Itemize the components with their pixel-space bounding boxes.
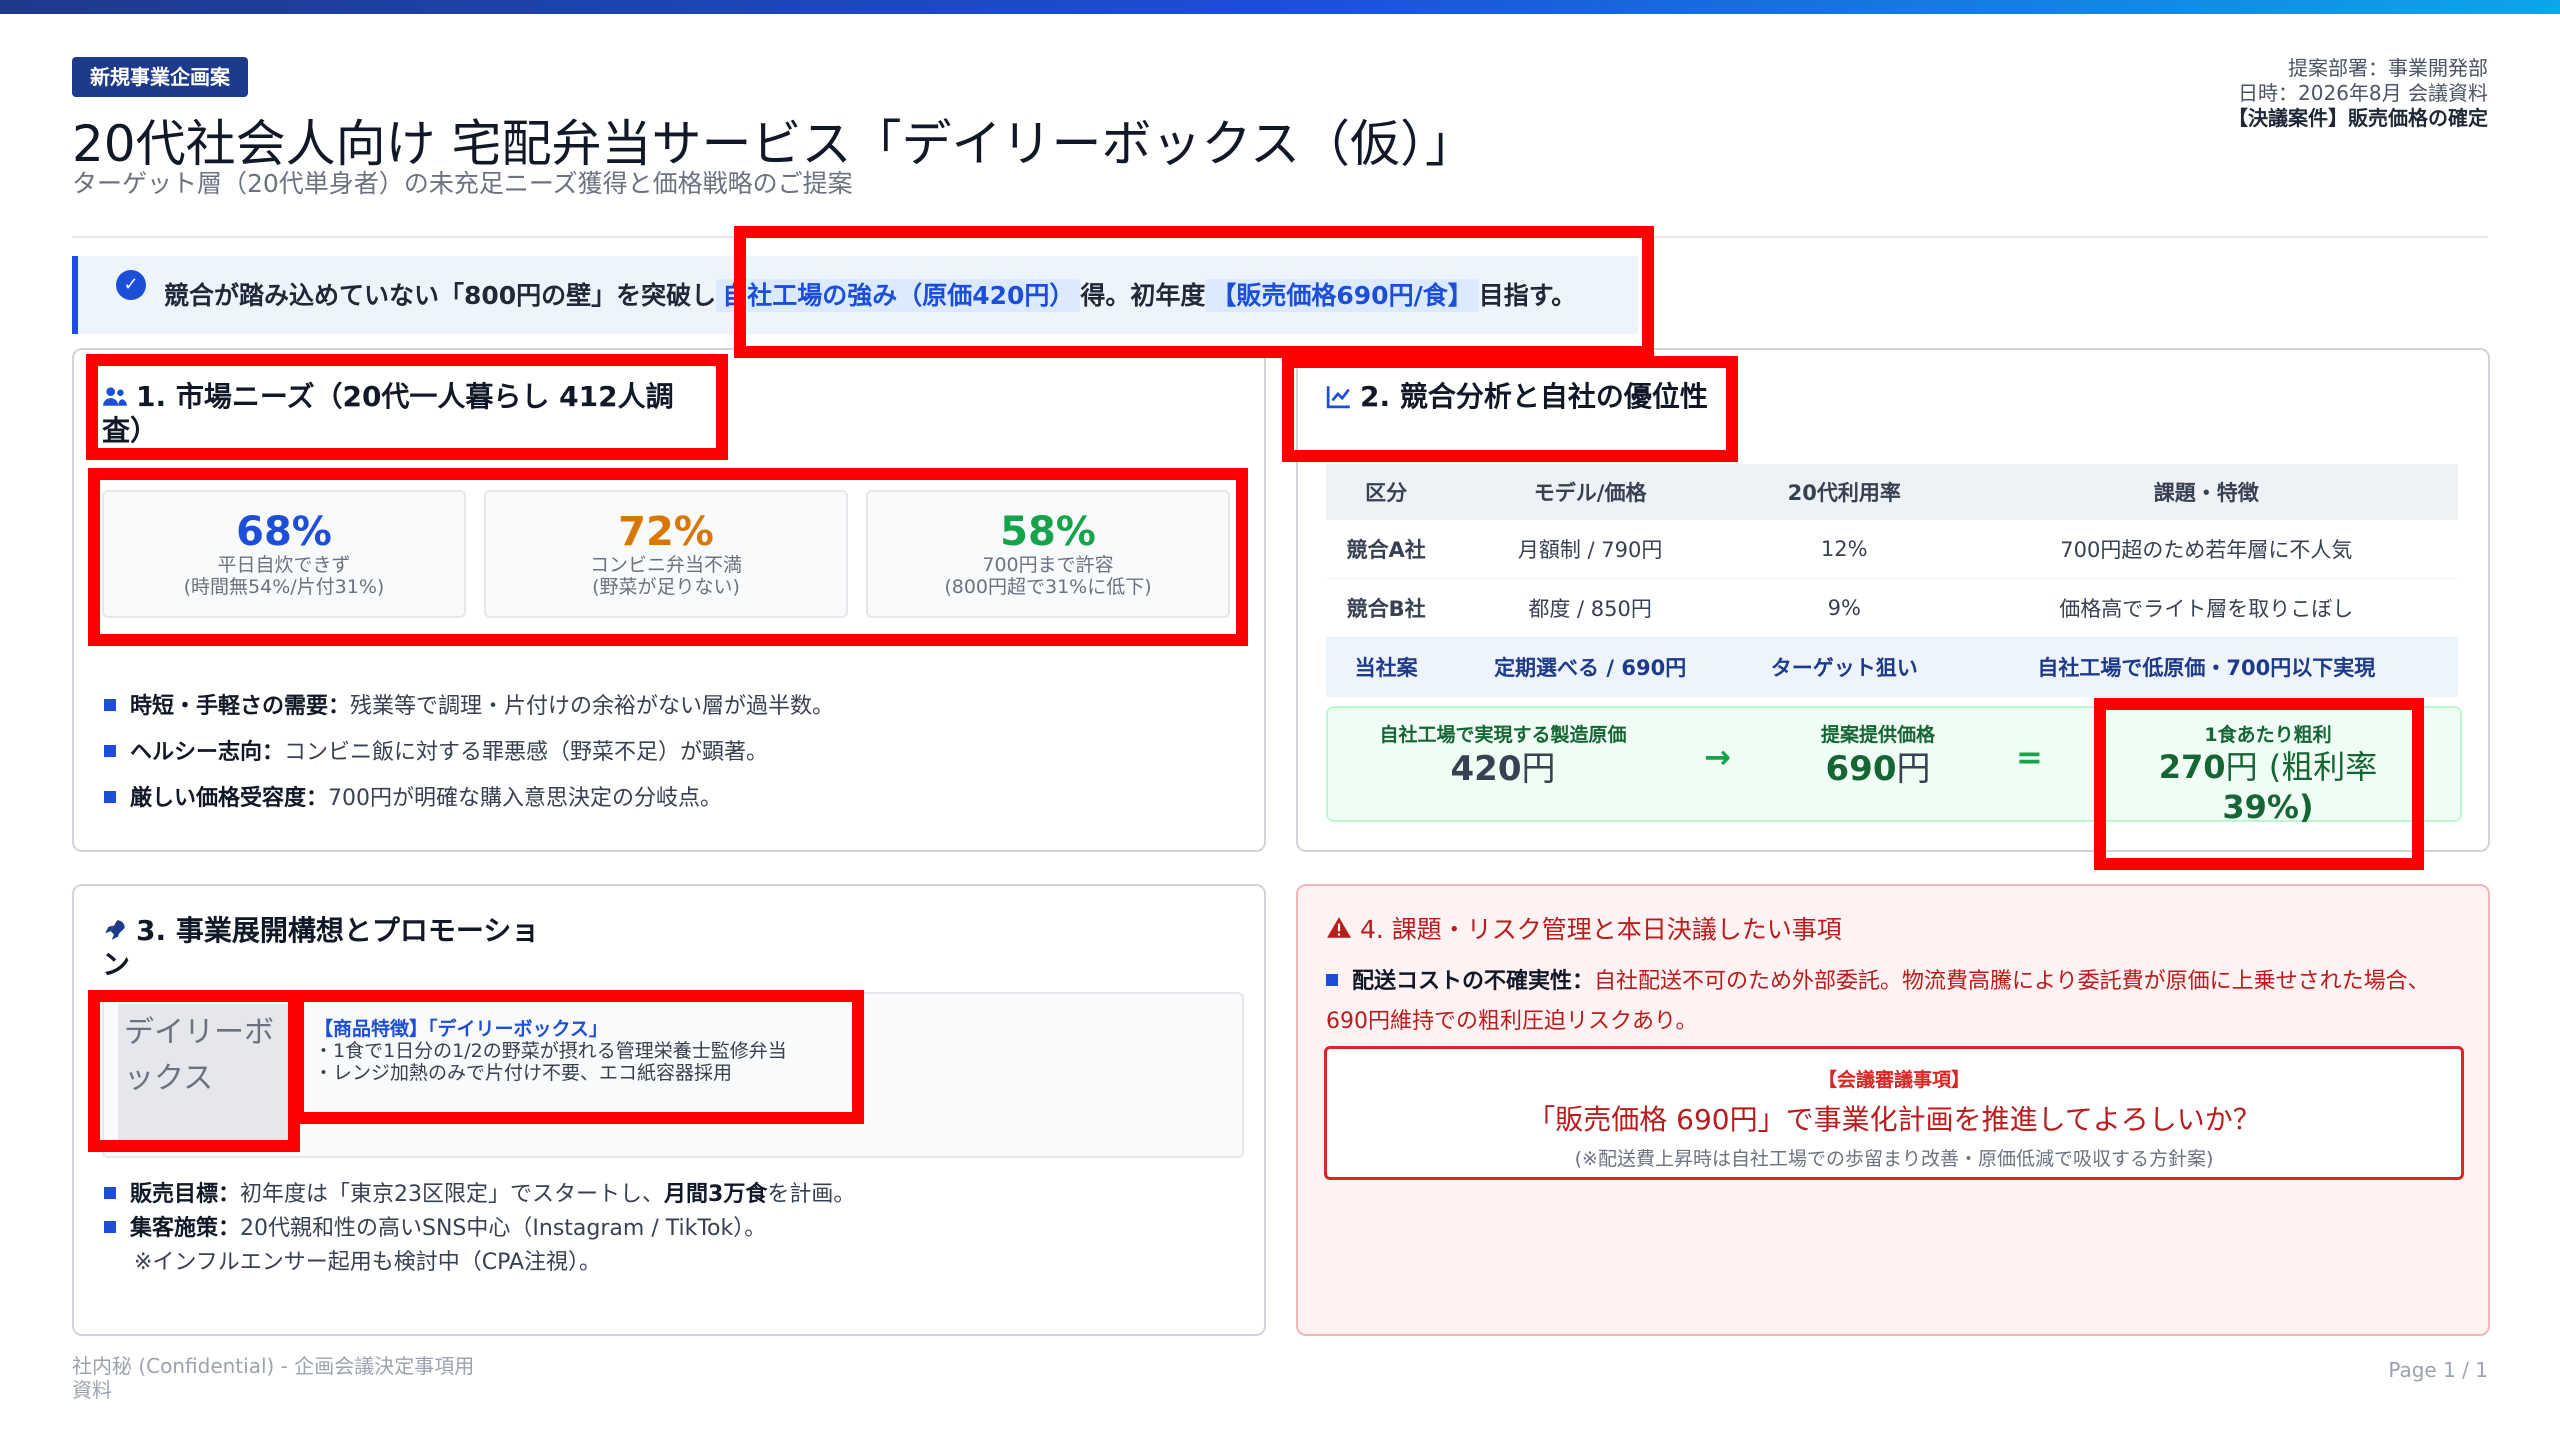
- cost-label: 自社工場で実現する製造原価: [1379, 724, 1627, 746]
- table-row-own: 当社案 定期選べる / 690円 ターゲット狙い 自社工場で低原価・700円以下…: [1326, 637, 2458, 697]
- table-cell: 価格高でライト層を取りこぼし: [1954, 578, 2458, 638]
- bullet-square-icon: [104, 1221, 116, 1233]
- plan-note: ※インフルエンサー起用も検討中（CPA注視）。: [134, 1250, 602, 1275]
- table-header: 20代利用率: [1733, 464, 1955, 520]
- highlight-box-product-image: [88, 990, 300, 1152]
- cost-value-line: 420円: [1348, 747, 1658, 791]
- table-cell: 12%: [1733, 520, 1955, 579]
- bullet-square-icon: [104, 745, 116, 757]
- highlight-box-section1-title: [86, 354, 728, 460]
- table-cell: 競合B社: [1326, 578, 1447, 638]
- highlight-box-stats: [88, 468, 1248, 646]
- table-cell: 都度 / 850円: [1446, 578, 1734, 638]
- competitor-table: 区分 モデル/価格 20代利用率 課題・特徴 競合A社 月額制 / 790円 1…: [1326, 464, 2458, 697]
- decision-box: 【会議審議事項】 「販売価格 690円」で事業化計画を推進してよろしいか？ (※…: [1324, 1046, 2464, 1180]
- list-item: 集客施策：20代親和性の高いSNS中心（Instagram / TikTok）。: [104, 1212, 855, 1246]
- price-label: 提案提供価格: [1820, 724, 1935, 746]
- table-cell: 定期選べる / 690円: [1446, 637, 1734, 697]
- table-row: 競合A社 月額制 / 790円 12% 700円超のため若年層に不人気: [1326, 520, 2458, 579]
- table-header-row: 区分 モデル/価格 20代利用率 課題・特徴: [1326, 464, 2458, 520]
- needs-bullet-list: 時短・手軽さの需要：残業等で調理・片付けの余裕がない層が過半数。 ヘルシー志向：…: [104, 684, 834, 822]
- footer-confidential: 社内秘 (Confidential) - 企画会議決定事項用資料: [72, 1354, 475, 1402]
- highlight-box-product-text: [292, 990, 864, 1124]
- cost-value: 420: [1450, 749, 1522, 789]
- meta-decision: 【決議案件】販売価格の確定: [2228, 106, 2488, 130]
- table-cell: 自社工場で低原価・700円以下実現: [1954, 637, 2458, 697]
- table-cell: 競合A社: [1326, 520, 1447, 579]
- list-item: 厳しい価格受容度：700円が明確な購入意思決定の分岐点。: [104, 776, 834, 822]
- plan-bullet-list: 販売目標：初年度は「東京23区限定」でスタートし、月間3万食を計画。 集客施策：…: [104, 1178, 855, 1280]
- equals-icon: =: [2016, 738, 2043, 776]
- summary-pre: 競合が踏み込めていない「800円の壁」を突破し: [164, 281, 717, 310]
- section4-heading: 4. 課題・リスク管理と本日決議したい事項: [1326, 910, 1842, 946]
- highlight-box-section2-title: [1282, 356, 1738, 462]
- meta-info: 提案部署：事業開発部 日時：2026年8月 会議資料 【決議案件】販売価格の確定: [2228, 56, 2488, 131]
- price-value-line: 690円: [1758, 747, 1998, 791]
- arrow-right-icon: →: [1704, 738, 1731, 776]
- table-row: 競合B社 都度 / 850円 9% 価格高でライト層を取りこぼし: [1326, 578, 2458, 638]
- table-cell: 月額制 / 790円: [1446, 520, 1734, 579]
- meta-department: 提案部署：事業開発部: [2288, 56, 2488, 80]
- table-header: 課題・特徴: [1954, 464, 2458, 520]
- price-unit: 円: [1896, 749, 1931, 789]
- risk-panel: 4. 課題・リスク管理と本日決議したい事項 配送コストの不確実性：自社配送不可の…: [1296, 884, 2490, 1336]
- warning-icon: [1327, 917, 1351, 938]
- category-tag: 新規事業企画案: [72, 57, 248, 97]
- table-cell: ターゲット狙い: [1733, 637, 1955, 697]
- decision-tag: 【会議審議事項】: [1817, 1069, 1970, 1091]
- list-item: ヘルシー志向：コンビニ飯に対する罪悪感（野菜不足）が顕著。: [104, 730, 834, 776]
- cost-unit: 円: [1521, 749, 1556, 789]
- footer-page-number: Page 1 / 1: [2388, 1358, 2488, 1382]
- table-header: モデル/価格: [1446, 464, 1734, 520]
- top-accent-bar: [0, 0, 2560, 14]
- rocket-icon: [105, 920, 125, 940]
- bullet-square-icon: [104, 1187, 116, 1199]
- price-value: 690: [1825, 749, 1897, 789]
- decision-note: (※配送費上昇時は自社工場での歩留まり改善・原価低減で吸収する方針案): [1574, 1148, 2214, 1170]
- cost-block: 自社工場で実現する製造原価 420円: [1348, 720, 1658, 791]
- price-block: 提案提供価格 690円: [1758, 720, 1998, 791]
- check-circle-icon: ✓: [116, 270, 146, 300]
- list-item: 時短・手軽さの需要：残業等で調理・片付けの余裕がない層が過半数。: [104, 684, 834, 730]
- decision-question: 「販売価格 690円」で事業化計画を推進してよろしいか？: [1527, 1103, 2261, 1136]
- table-cell: 700円超のため若年層に不人気: [1954, 520, 2458, 579]
- highlight-box-profit: [2094, 698, 2424, 870]
- bullet-square-icon: [1326, 974, 1338, 986]
- bullet-square-icon: [104, 791, 116, 803]
- list-item: 販売目標：初年度は「東京23区限定」でスタートし、月間3万食を計画。: [104, 1178, 855, 1212]
- table-header: 区分: [1326, 464, 1447, 520]
- section3-heading: 3. 事業展開構想とプロモーション: [102, 914, 562, 982]
- risk-item: 配送コストの不確実性：自社配送不可のため外部委託。物流費高騰により委託費が原価に…: [1326, 969, 2430, 1034]
- table-cell: 9%: [1733, 578, 1955, 638]
- section3-title: 3. 事業展開構想とプロモーション: [102, 914, 540, 981]
- page-subtitle: ターゲット層（20代単身者）の未充足ニーズ獲得と価格戦略のご提案: [72, 169, 853, 198]
- highlight-box-summary: [734, 226, 1654, 358]
- bullet-square-icon: [104, 699, 116, 711]
- meta-date: 日時：2026年8月 会議資料: [2238, 81, 2488, 105]
- section4-title: 4. 課題・リスク管理と本日決議したい事項: [1360, 915, 1842, 944]
- table-cell: 当社案: [1326, 637, 1447, 697]
